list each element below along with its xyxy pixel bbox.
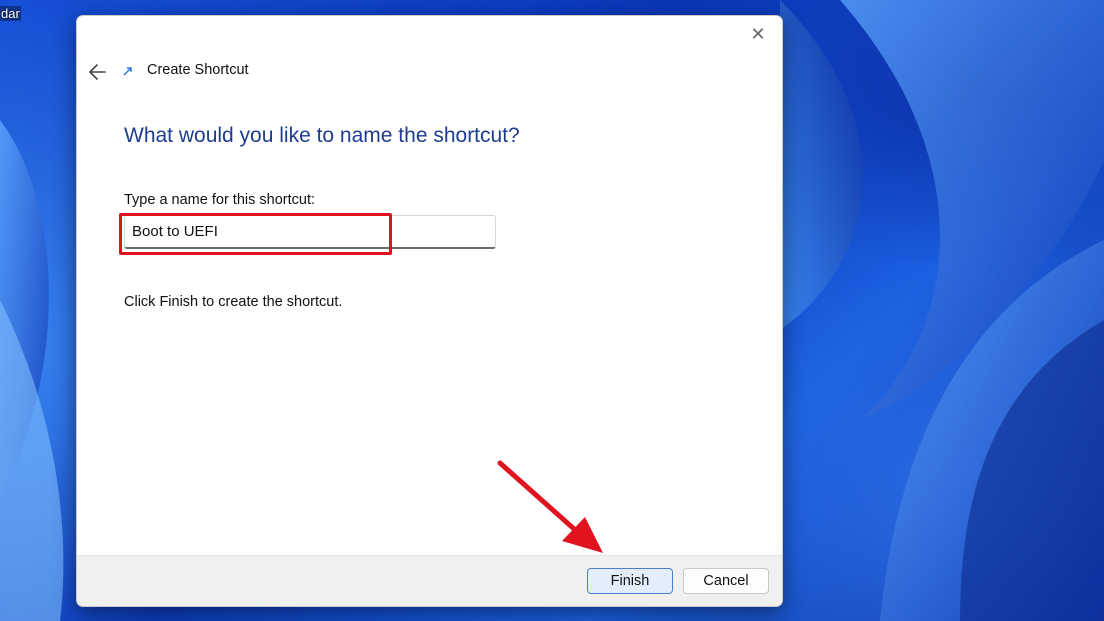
back-arrow-icon[interactable] (85, 60, 111, 84)
finish-hint-text: Click Finish to create the shortcut. (124, 294, 343, 310)
dialog-footer: Finish Cancel (77, 555, 782, 606)
shortcut-icon (121, 63, 135, 77)
dialog-title: Create Shortcut (147, 62, 249, 78)
shortcut-name-label: Type a name for this shortcut: (124, 192, 316, 208)
dialog-title-row: Create Shortcut (121, 62, 249, 78)
create-shortcut-dialog: ✕ Create Shortcut What would you like to… (76, 15, 783, 607)
cancel-button[interactable]: Cancel (683, 568, 769, 594)
page-heading: What would you like to name the shortcut… (124, 124, 520, 147)
close-icon[interactable]: ✕ (744, 22, 772, 46)
shortcut-name-input[interactable] (124, 215, 496, 249)
finish-button[interactable]: Finish (587, 568, 673, 594)
desktop-icon-label[interactable]: dar (0, 6, 21, 21)
